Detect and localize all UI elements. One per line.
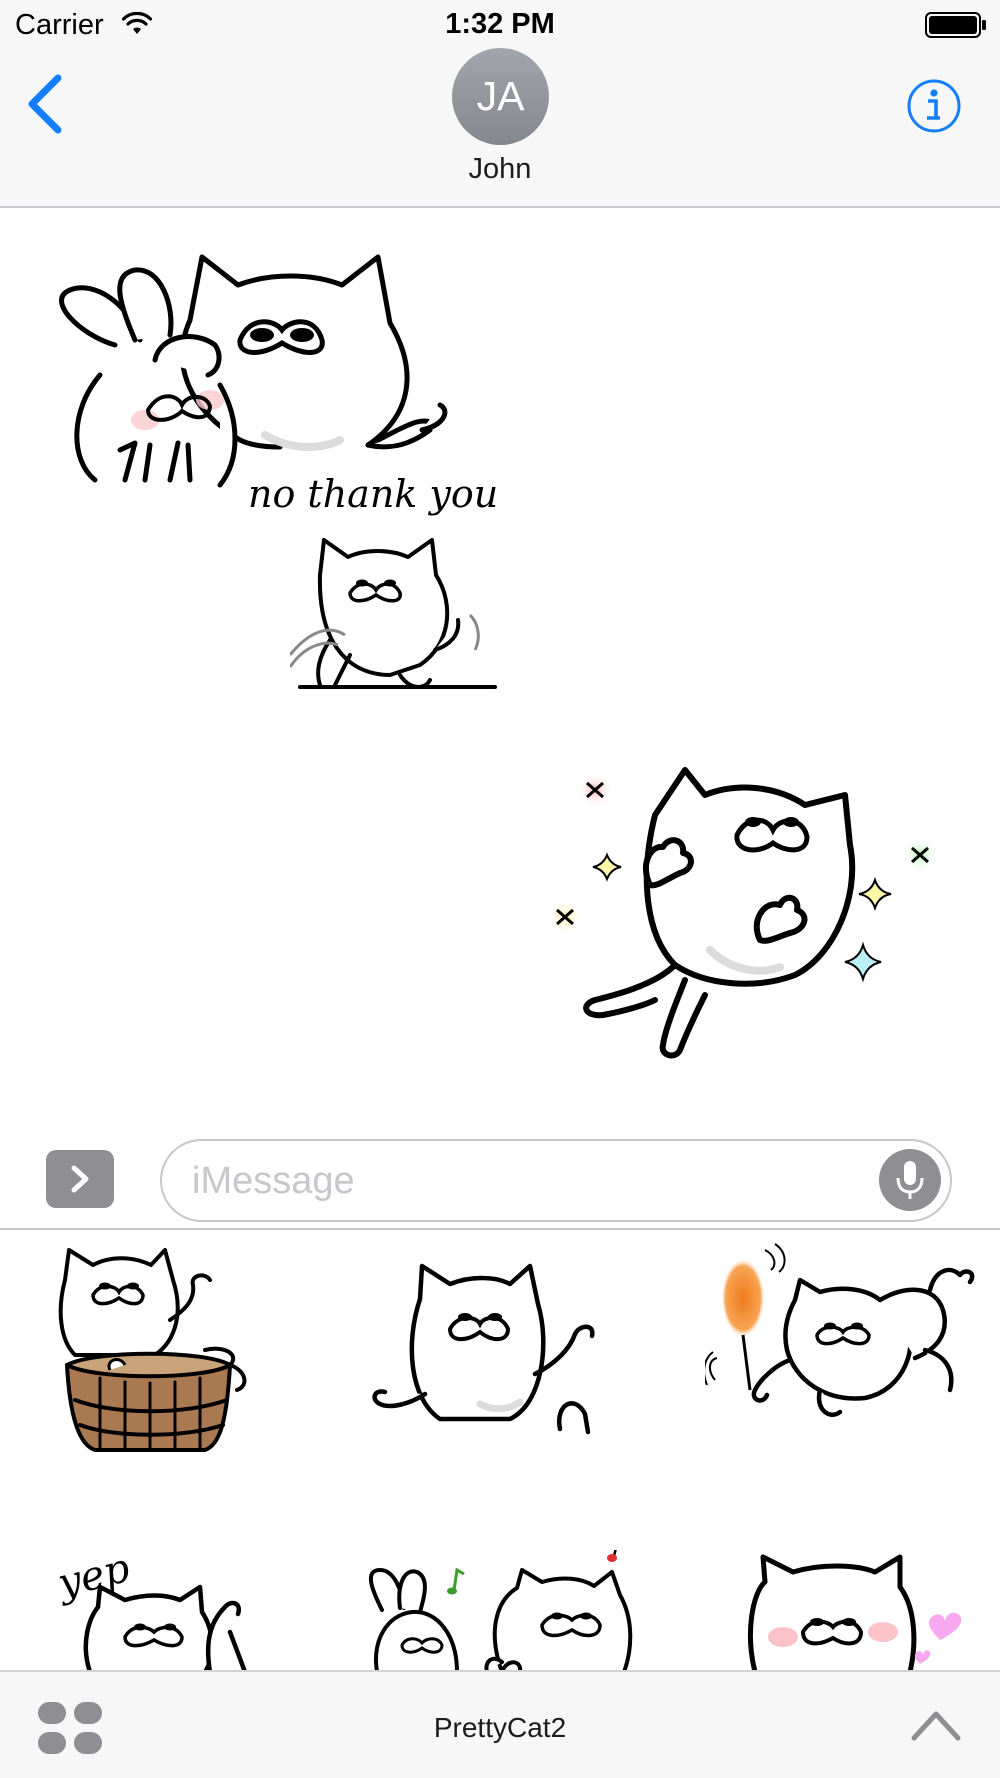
expand-apps-button[interactable] xyxy=(46,1150,114,1208)
conversation-header: Carrier 1:32 PM JA John xyxy=(0,0,1000,208)
imessage-field[interactable] xyxy=(160,1139,952,1222)
status-bar: Carrier 1:32 PM xyxy=(0,0,1000,50)
back-button[interactable] xyxy=(22,72,72,136)
cat-with-torch-sticker[interactable] xyxy=(705,1240,985,1455)
contact-avatar[interactable]: JA xyxy=(452,48,549,145)
contact-name[interactable]: John xyxy=(0,153,1000,186)
chevron-up-icon[interactable] xyxy=(910,1708,962,1742)
dictation-button[interactable] xyxy=(879,1149,941,1211)
bunny-and-cat-singing-sticker[interactable] xyxy=(362,1550,642,1670)
compose-bar xyxy=(0,1125,1000,1230)
battery-icon xyxy=(925,12,986,38)
message-thread: no thank you xyxy=(0,210,1000,1125)
app-drawer-bar: PrettyCat2 xyxy=(0,1670,1000,1778)
sticker-drawer: yep xyxy=(0,1232,1000,1670)
cat-yep-sticker[interactable]: yep xyxy=(50,1532,280,1670)
cat-and-bunny-sticker[interactable]: no thank you xyxy=(50,245,540,565)
app-name: PrettyCat2 xyxy=(433,1712,567,1743)
microphone-icon xyxy=(896,1161,924,1199)
cat-jumping-sparkles-sticker[interactable] xyxy=(545,755,945,1095)
cat-in-barrel-sticker[interactable] xyxy=(55,1240,285,1460)
cat-blushing-heart-sticker[interactable] xyxy=(745,1552,980,1670)
cat-waving-sticker[interactable] xyxy=(290,535,500,710)
sticker-caption: no thank you xyxy=(248,472,498,516)
info-icon[interactable] xyxy=(906,78,962,134)
cat-cheering-sticker[interactable] xyxy=(370,1254,640,1454)
status-time: 1:32 PM xyxy=(445,8,555,40)
chevron-right-icon xyxy=(71,1165,89,1193)
message-input[interactable] xyxy=(192,1155,832,1207)
